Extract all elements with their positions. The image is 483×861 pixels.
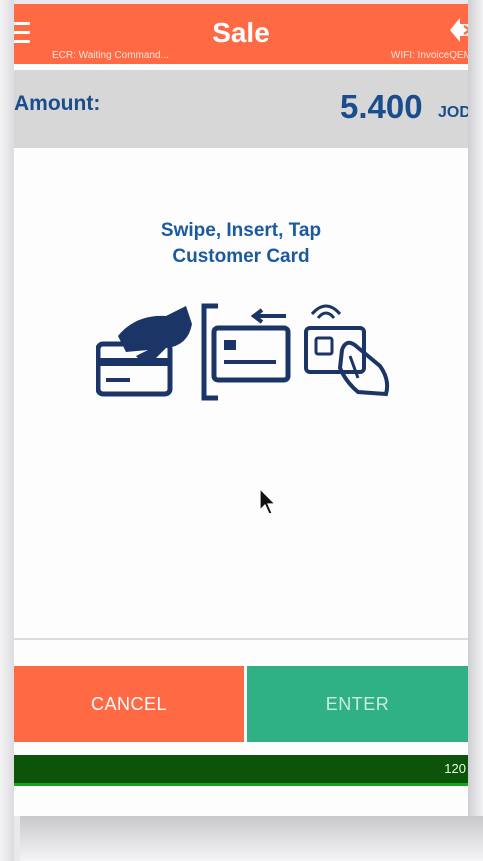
device-right-edge <box>468 0 483 861</box>
amount-value: 5.400 <box>340 88 423 125</box>
amount-label: Amount: <box>14 92 101 115</box>
mouse-cursor-icon <box>259 488 277 515</box>
tap-card-icon <box>304 304 390 397</box>
page-title: Sale <box>212 17 270 48</box>
swipe-card-icon <box>95 306 192 397</box>
content-divider <box>14 638 468 640</box>
timeout-countdown: 120 <box>444 761 466 776</box>
cancel-button[interactable]: CANCEL <box>14 666 244 742</box>
prompt-line-2: Customer Card <box>172 246 310 267</box>
amount-currency: JOD <box>438 104 468 121</box>
app-header: Sale ECR: Waiting Command... WIFI: Invoi… <box>14 4 468 64</box>
card-methods-illustration <box>95 296 396 411</box>
timeout-progress-bar: 120 <box>14 755 468 786</box>
ecr-status-text: ECR: Waiting Command... <box>52 50 169 61</box>
wifi-status-text: WIFI: InvoiceQEM <box>390 50 468 61</box>
amount-bar: Amount: 5.400 JOD <box>14 70 468 148</box>
payment-screen: Sale ECR: Waiting Command... WIFI: Invoi… <box>14 4 468 816</box>
enter-button[interactable]: ENTER <box>247 666 468 742</box>
device-left-edge <box>0 0 14 861</box>
back-icon[interactable] <box>448 16 468 44</box>
prompt-line-1: Swipe, Insert, Tap <box>160 220 322 241</box>
insert-card-icon <box>201 303 291 401</box>
device-bottom-edge <box>20 816 483 861</box>
